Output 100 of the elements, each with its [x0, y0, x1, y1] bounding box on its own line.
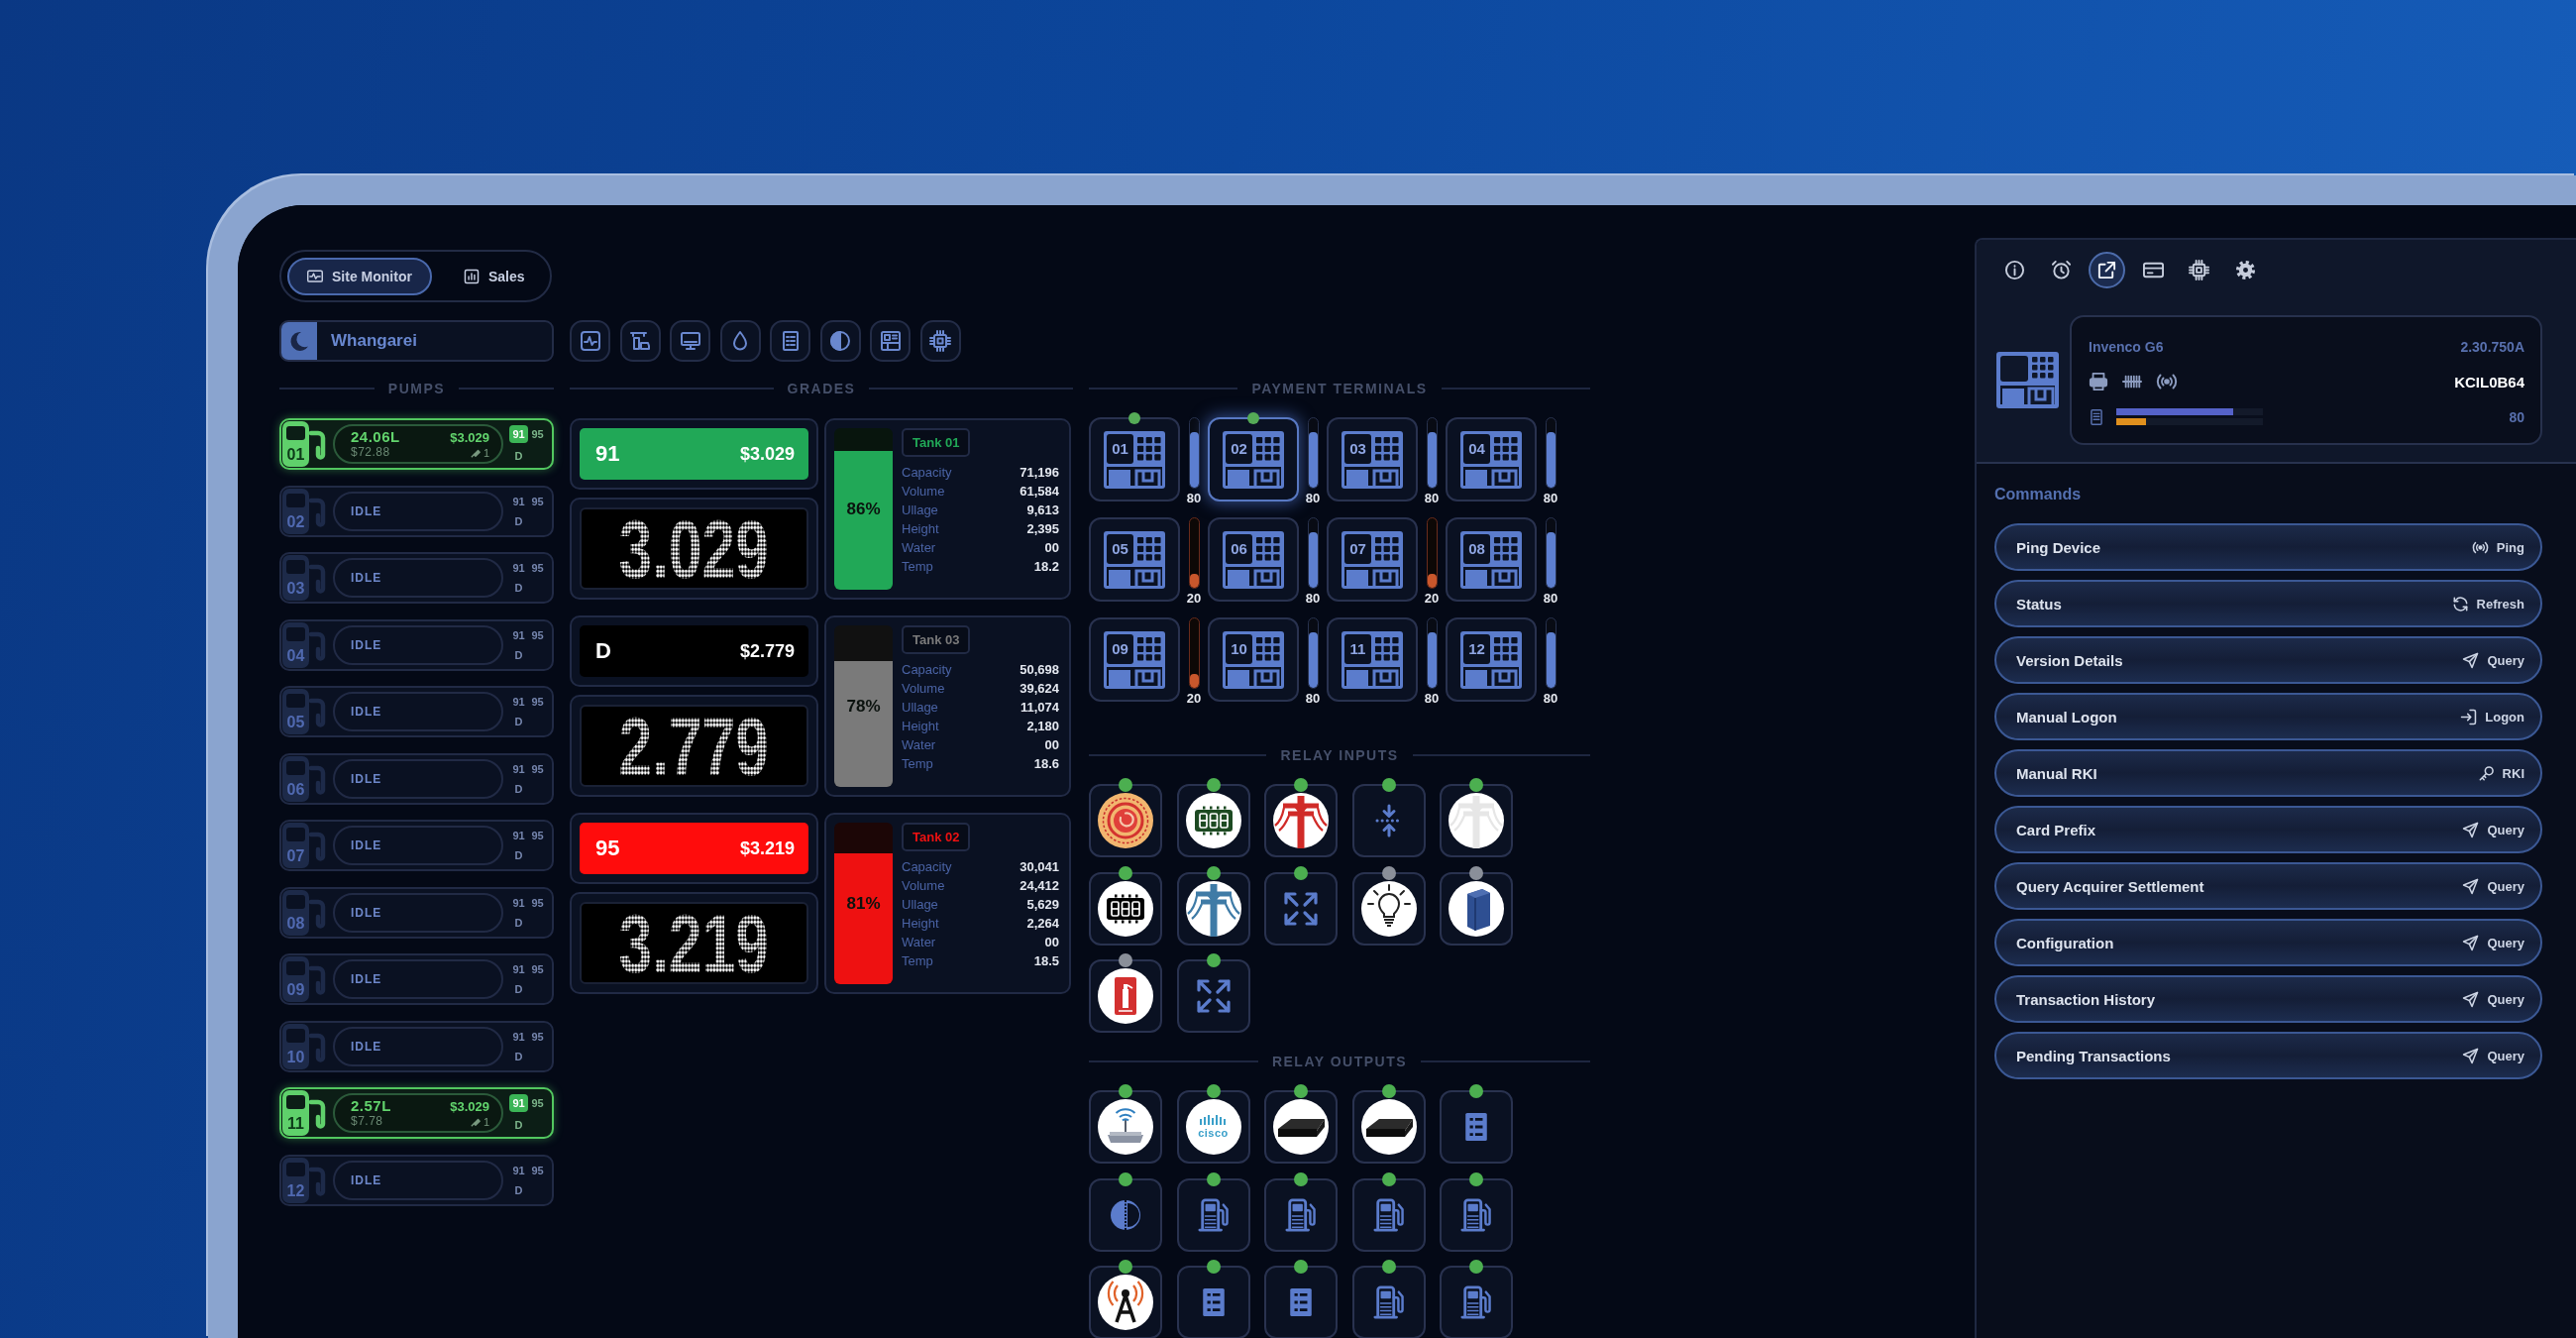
action-button[interactable]: Refresh [2451, 595, 2524, 613]
firmware-version: 2.30.750A [2460, 339, 2524, 355]
tank-label: Tank 02 [902, 823, 971, 851]
key-icon [2477, 764, 2495, 782]
pump-number: 06 [282, 755, 309, 802]
action-button[interactable]: Query [2462, 877, 2524, 895]
payment-terminal[interactable]: 10 [1208, 617, 1299, 702]
fuel-pump-icon [1197, 1197, 1230, 1232]
payment-terminal[interactable]: 08 [1446, 517, 1537, 602]
delivered-volume: 24.06L [351, 429, 401, 445]
toolbar-button[interactable] [819, 320, 861, 362]
action-button[interactable]: Query [2462, 934, 2524, 951]
expand-arrows-icon [1195, 978, 1232, 1014]
pump-number: 02 [282, 488, 309, 534]
level-reading: 80 [1305, 492, 1321, 504]
grade-label: 95 [531, 1096, 544, 1110]
command-label: Manual Logon [2016, 708, 2117, 725]
action-button[interactable]: RKI [2477, 764, 2524, 782]
pump-row[interactable]: 11 2.57L $3.029 $7.78 1 91 95 D [279, 1087, 554, 1139]
pump-row[interactable]: 08 IDLE 91 95 D [279, 886, 554, 939]
section-title: Commands [1994, 486, 2083, 503]
pump-row[interactable]: 03 IDLE 91 95 D [279, 552, 554, 604]
grade-label: 91 [512, 1163, 525, 1177]
toolbar-button[interactable] [919, 320, 961, 362]
paper-plane-icon [2462, 990, 2480, 1008]
keypad-icon [1374, 635, 1400, 662]
action-button[interactable]: Query [2462, 821, 2524, 838]
tank-field-label: Capacity [902, 859, 952, 874]
level-reading: 80 [1186, 492, 1202, 504]
login-icon [2460, 708, 2478, 725]
tank-field-label: Temp [902, 559, 933, 574]
payment-terminal[interactable]: 04 [1446, 417, 1537, 502]
pump-row[interactable]: 12 IDLE 91 95 D [279, 1154, 554, 1206]
payment-terminal[interactable]: 06 [1208, 517, 1299, 602]
tank-field-label: Capacity [902, 465, 952, 480]
toolbar-button[interactable] [870, 320, 911, 362]
payment-terminal[interactable]: 09 [1089, 617, 1180, 702]
grade-label: 95 [531, 1029, 544, 1044]
card-icon [2142, 260, 2164, 280]
grade-label: 91 [512, 695, 525, 709]
action-button[interactable]: Query [2462, 990, 2524, 1008]
level-reading: 20 [1186, 692, 1202, 705]
tank-field-label: Capacity [902, 662, 952, 677]
pump-status: IDLE [351, 571, 382, 585]
refresh-icon [2451, 595, 2469, 613]
wireless-icon [2156, 371, 2178, 392]
payment-terminal[interactable]: 07 [1327, 517, 1418, 602]
action-button[interactable]: Ping [2471, 538, 2524, 556]
toolbar-button[interactable] [670, 320, 710, 362]
toolbar-button[interactable] [770, 320, 810, 362]
antenna-icon [1098, 1275, 1153, 1330]
tank-field-value: 9,613 [1026, 502, 1059, 517]
pump-row[interactable]: 05 IDLE 91 95 D [279, 686, 554, 737]
pump-status: IDLE [351, 838, 382, 852]
pump-row[interactable]: 09 IDLE 91 95 D [279, 953, 554, 1005]
nav-tab[interactable]: Site Monitor [287, 257, 432, 295]
payment-terminal[interactable]: 12 [1446, 617, 1537, 702]
chip-icon [929, 330, 951, 352]
action-button[interactable]: Query [2462, 1047, 2524, 1064]
toolbar-button[interactable] [619, 320, 661, 362]
pump-row[interactable]: 01 24.06L $3.029 $72.88 1 91 95 D [279, 418, 554, 470]
payment-terminal[interactable]: 03 [1327, 417, 1418, 502]
tank-field-label: Ullage [902, 700, 938, 715]
pump-row[interactable]: 04 IDLE 91 95 D [279, 618, 554, 671]
pump-status: IDLE [351, 1039, 382, 1054]
pump-row[interactable]: 10 IDLE 91 95 D [279, 1020, 554, 1072]
grade-label: 95 [531, 1163, 544, 1177]
card-reader-icon [1226, 566, 1281, 586]
pump-number: 09 [282, 956, 309, 1002]
panel-tab[interactable] [2089, 252, 2125, 288]
level-reading: 20 [1424, 592, 1440, 605]
grade-name: D [595, 638, 611, 664]
toolbar-button[interactable] [570, 320, 610, 362]
network-box-icon [1360, 1099, 1417, 1155]
card-reader-icon [1344, 566, 1400, 586]
nav-tab[interactable]: Sales [443, 257, 545, 295]
payment-terminal[interactable]: 11 [1327, 617, 1418, 702]
tank-field-label: Water [902, 935, 936, 949]
pump-row[interactable]: 07 IDLE 91 95 D [279, 820, 554, 871]
pump-row[interactable]: 02 IDLE 91 95 D [279, 485, 554, 537]
section-title: RELAY OUTPUTS [1271, 1054, 1408, 1069]
external-link-icon [2096, 260, 2117, 280]
toolbar-button[interactable] [719, 320, 761, 362]
payment-terminal[interactable]: 05 [1089, 517, 1180, 602]
grade-label: 95 [531, 627, 544, 642]
card-reader-icon [1107, 666, 1162, 686]
tank-field-label: Height [902, 916, 939, 931]
site-selector[interactable]: Whangarei [279, 320, 554, 362]
action-button[interactable]: Query [2462, 651, 2524, 669]
keypad-icon [1136, 535, 1162, 562]
pump-number: 12 [282, 1157, 309, 1203]
grade-label: D [514, 449, 523, 463]
action-button[interactable]: Logon [2460, 708, 2524, 725]
keypad-icon [1374, 435, 1400, 462]
list-icon [1465, 1113, 1487, 1141]
grade-label: 91 [512, 627, 525, 642]
pump-row[interactable]: 06 IDLE 91 95 D [279, 752, 554, 805]
paper-plane-icon [2462, 877, 2480, 895]
nozzle-icon [470, 1116, 481, 1127]
tank-field-label: Volume [902, 681, 945, 696]
